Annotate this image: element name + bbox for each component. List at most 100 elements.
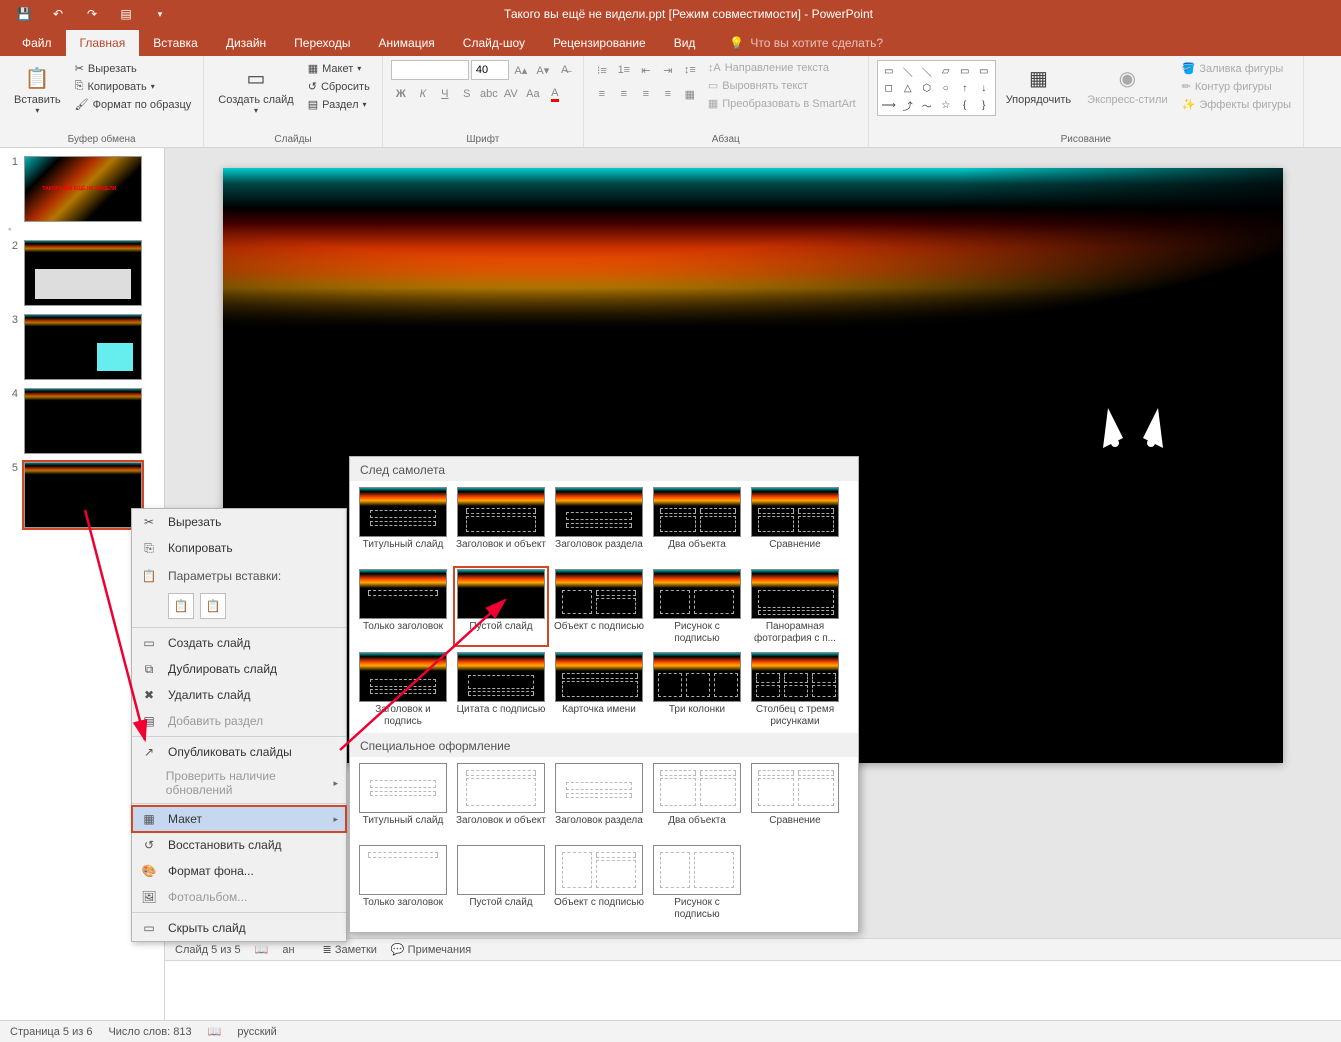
tab-file[interactable]: Файл [8,30,66,56]
paste-source-format[interactable]: 📋 [200,593,226,619]
spacing-button[interactable]: AV [501,84,521,104]
spell-icon[interactable]: 📖 [208,1025,222,1038]
thumbnail-1[interactable]: 1 ТАКОГО ВЫ ЕЩЁ НЕ ВИДЕЛИ [0,152,164,226]
comments-button[interactable]: 💬 Примечания [391,943,471,956]
tab-view[interactable]: Вид [660,30,710,56]
cut-button[interactable]: ✂Вырезать [71,60,196,77]
font-color-button[interactable]: A [545,84,565,104]
notes-pane[interactable] [165,960,1341,1020]
ctx-cut[interactable]: ✂Вырезать [132,509,346,535]
arrange-button[interactable]: ▦ Упорядочить [1000,60,1077,108]
font-name-input[interactable] [391,60,469,80]
undo-button[interactable]: ↶ [42,2,74,26]
layout-option-light-6[interactable]: Пустой слайд [454,843,548,922]
strike-button[interactable]: abc [479,84,499,104]
align-left-button[interactable]: ≡ [592,84,612,104]
layout-option-dark-11[interactable]: Цитата с подписью [454,650,548,729]
numbering-button[interactable]: 1≡ [614,60,634,80]
save-button[interactable]: 💾 [8,2,40,26]
layout-option-dark-1[interactable]: Заголовок и объект [454,485,548,563]
shape-fill-button[interactable]: 🪣Заливка фигуры [1178,60,1295,77]
layout-option-light-0[interactable]: Титульный слайд [356,761,450,839]
align-text-button[interactable]: ▭Выровнять текст [704,77,860,94]
ctx-delete[interactable]: ✖Удалить слайд [132,682,346,708]
bullets-button[interactable]: ⁝≡ [592,60,612,80]
ctx-copy[interactable]: ⎘Копировать [132,535,346,561]
layout-option-light-5[interactable]: Только заголовок [356,843,450,922]
shrink-font-button[interactable]: A▾ [533,60,553,80]
shapes-gallery[interactable]: ▭＼＼▱▭▭ ◻△⬡○↑↓ ⟶⤴〜☆{} [877,60,996,116]
layout-option-light-8[interactable]: Рисунок с подписью [650,843,744,922]
underline-button[interactable]: Ч [435,84,455,104]
case-button[interactable]: Aa [523,84,543,104]
shape-effects-button[interactable]: ✨Эффекты фигуры [1178,96,1295,113]
ctx-publish[interactable]: ↗Опубликовать слайды [132,739,346,765]
tab-insert[interactable]: Вставка [139,30,212,56]
lang-short[interactable]: ан [282,944,294,956]
ctx-new-slide[interactable]: ▭Создать слайд [132,630,346,656]
layout-option-dark-7[interactable]: Объект с подписью [552,567,646,646]
notes-button[interactable]: ≣ Заметки [323,943,377,956]
layout-option-light-1[interactable]: Заголовок и объект [454,761,548,839]
bold-button[interactable]: Ж [391,84,411,104]
layout-option-dark-2[interactable]: Заголовок раздела [552,485,646,563]
layout-option-light-2[interactable]: Заголовок раздела [552,761,646,839]
ctx-reset[interactable]: ↺Восстановить слайд [132,832,346,858]
thumbnail-4[interactable]: 4 [0,384,164,458]
layout-option-dark-3[interactable]: Два объекта [650,485,744,563]
layout-option-dark-14[interactable]: Столбец с тремя рисунками [748,650,842,729]
word-count[interactable]: Число слов: 813 [108,1026,191,1038]
layout-option-dark-4[interactable]: Сравнение [748,485,842,563]
align-right-button[interactable]: ≡ [636,84,656,104]
page-counter[interactable]: Страница 5 из 6 [10,1026,92,1038]
layout-option-dark-0[interactable]: Титульный слайд [356,485,450,563]
shadow-button[interactable]: S [457,84,477,104]
grow-font-button[interactable]: A▴ [511,60,531,80]
shape-outline-button[interactable]: ✏Контур фигуры [1178,78,1295,95]
columns-button[interactable]: ▦ [680,84,700,104]
reset-button[interactable]: ↺Сбросить [304,78,374,95]
section-button[interactable]: ▤Раздел▾ [304,96,374,113]
ctx-layout[interactable]: ▦Макет▸ [132,806,346,832]
indent-inc-button[interactable]: ⇥ [658,60,678,80]
tab-home[interactable]: Главная [66,30,140,56]
layout-option-dark-9[interactable]: Панорамная фотография с п... [748,567,842,646]
start-slideshow-button[interactable]: ▤ [110,2,142,26]
copy-button[interactable]: ⎘Копировать▾ [71,78,196,95]
align-center-button[interactable]: ≡ [614,84,634,104]
tab-transitions[interactable]: Переходы [280,30,364,56]
layout-button[interactable]: ▦Макет▾ [304,60,374,77]
layout-option-dark-5[interactable]: Только заголовок [356,567,450,646]
justify-button[interactable]: ≡ [658,84,678,104]
tab-review[interactable]: Рецензирование [539,30,660,56]
new-slide-button[interactable]: ▭ Создать слайд ▾ [212,60,299,117]
tab-animation[interactable]: Анимация [364,30,448,56]
paste-button[interactable]: 📋 Вставить ▾ [8,60,67,117]
smartart-button[interactable]: ▦Преобразовать в SmartArt [704,95,860,112]
layout-option-dark-8[interactable]: Рисунок с подписью [650,567,744,646]
clear-format-button[interactable]: A̶ [555,60,575,80]
tell-me-search[interactable]: 💡 Что вы хотите сделать? [729,30,883,56]
text-direction-button[interactable]: ↕AНаправление текста [704,60,860,76]
layout-option-dark-13[interactable]: Три колонки [650,650,744,729]
layout-option-dark-10[interactable]: Заголовок и подпись [356,650,450,729]
format-painter-button[interactable]: 🖌Формат по образцу [71,96,196,113]
spell-check-icon[interactable]: 📖 [255,943,269,956]
italic-button[interactable]: К [413,84,433,104]
layout-option-dark-6[interactable]: Пустой слайд [454,567,548,646]
ctx-duplicate[interactable]: ⧉Дублировать слайд [132,656,346,682]
layout-option-light-7[interactable]: Объект с подписью [552,843,646,922]
ctx-hide[interactable]: ▭Скрыть слайд [132,915,346,941]
redo-button[interactable]: ↷ [76,2,108,26]
indent-dec-button[interactable]: ⇤ [636,60,656,80]
tab-slideshow[interactable]: Слайд-шоу [449,30,539,56]
qat-customize[interactable]: ▾ [144,2,176,26]
line-spacing-button[interactable]: ↕≡ [680,60,700,80]
language-indicator[interactable]: русский [237,1026,276,1038]
font-size-input[interactable] [471,60,509,80]
layout-option-light-4[interactable]: Сравнение [748,761,842,839]
layout-option-dark-12[interactable]: Карточка имени [552,650,646,729]
ctx-format-bg[interactable]: 🎨Формат фона... [132,858,346,884]
thumbnail-3[interactable]: 3 [0,310,164,384]
quick-styles-button[interactable]: ◉ Экспресс-стили [1081,60,1173,108]
